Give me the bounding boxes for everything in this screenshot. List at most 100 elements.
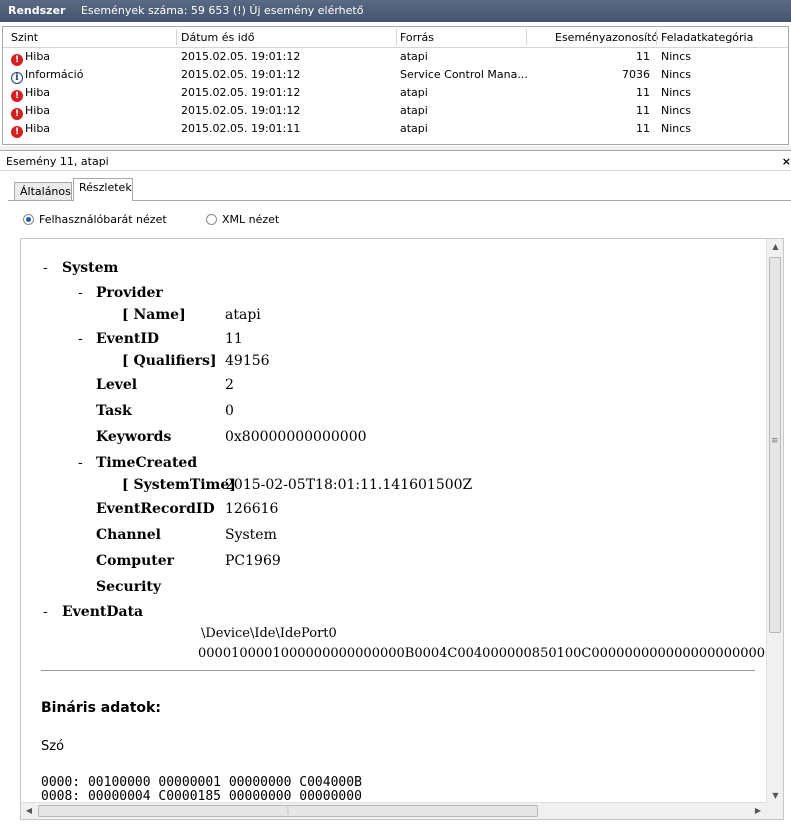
event-level: i Információ bbox=[11, 66, 83, 84]
error-icon: ! bbox=[11, 54, 23, 66]
key-eventid: EventID bbox=[96, 331, 160, 347]
key-name: [ Name] bbox=[122, 307, 186, 323]
event-id: 11 bbox=[636, 104, 650, 117]
event-category: Nincs bbox=[661, 68, 692, 81]
scroll-corner bbox=[766, 802, 783, 819]
event-category: Nincs bbox=[661, 104, 692, 117]
collapse-toggle[interactable]: - bbox=[78, 284, 83, 302]
key-security: Security bbox=[96, 579, 162, 595]
column-header-level[interactable]: Szint bbox=[11, 27, 38, 49]
value-keywords: 0x80000000000000 bbox=[225, 429, 367, 445]
key-eventrecordid: EventRecordID bbox=[96, 501, 215, 517]
column-header-source[interactable]: Forrás bbox=[400, 27, 434, 49]
column-divider[interactable] bbox=[526, 29, 527, 45]
radio-unselected-icon[interactable] bbox=[206, 214, 217, 225]
event-list-header: Szint Dátum és idő Forrás Eseményazonosí… bbox=[3, 27, 788, 48]
eventdata-value-1: \Device\Ide\IdePort0 bbox=[201, 626, 337, 641]
event-datetime: 2015.02.05. 19:01:12 bbox=[181, 68, 301, 81]
collapse-toggle[interactable]: - bbox=[43, 259, 48, 277]
node-timecreated: TimeCreated bbox=[96, 455, 198, 471]
log-name: Rendszer bbox=[8, 4, 66, 17]
event-row[interactable]: i Információ 2015.02.05. 19:01:12 Service C… bbox=[3, 66, 788, 84]
event-row[interactable]: ! Hiba 2015.02.05. 19:01:12 atapi Nincs 11 bbox=[3, 102, 788, 120]
event-level-label: Hiba bbox=[25, 122, 51, 135]
value-systemtime: 2015-02-05T18:01:11.141601500Z bbox=[225, 477, 473, 493]
event-source: atapi bbox=[400, 104, 428, 117]
event-datetime: 2015.02.05. 19:01:12 bbox=[181, 50, 301, 63]
event-category: Nincs bbox=[661, 50, 692, 63]
horizontal-scroll-thumb[interactable]: ⋮ bbox=[38, 805, 538, 817]
column-header-datetime[interactable]: Dátum és idő bbox=[181, 27, 254, 49]
value-task: 0 bbox=[225, 403, 234, 419]
event-id: 7036 bbox=[622, 68, 650, 81]
key-keywords: Keywords bbox=[96, 429, 172, 445]
event-level-label: Hiba bbox=[25, 50, 51, 63]
event-details-content: - System - Provider [ Name] atapi - Even… bbox=[21, 239, 766, 804]
hex-line: 0000: 00100000 00000001 00000000 C004000… bbox=[41, 775, 362, 790]
tab-general[interactable]: Általános bbox=[14, 182, 72, 200]
error-icon: ! bbox=[11, 108, 23, 120]
value-eventid: 11 bbox=[225, 331, 243, 347]
friendly-view-radio[interactable]: Felhasználóbarát nézet bbox=[23, 213, 167, 227]
column-header-category[interactable]: Feladatkategória bbox=[661, 27, 753, 49]
event-source: atapi bbox=[400, 122, 428, 135]
close-icon[interactable]: × bbox=[782, 151, 791, 172]
event-row[interactable]: ! Hiba 2015.02.05. 19:01:11 atapi Nincs 11 bbox=[3, 120, 788, 138]
key-systemtime: [ SystemTime] bbox=[122, 477, 236, 493]
xml-view-radio[interactable]: XML nézet bbox=[206, 213, 279, 227]
grip-icon: ≡ bbox=[771, 436, 779, 446]
horizontal-scrollbar[interactable]: ◀ ⋮ ▶ bbox=[21, 802, 766, 819]
event-row[interactable]: ! Hiba 2015.02.05. 19:01:12 atapi Nincs 11 bbox=[3, 48, 788, 66]
event-source: atapi bbox=[400, 50, 428, 63]
event-detail-title: Esemény 11, atapi bbox=[6, 155, 109, 168]
key-computer: Computer bbox=[96, 553, 175, 569]
event-datetime: 2015.02.05. 19:01:12 bbox=[181, 86, 301, 99]
title-bar: Rendszer Események száma: 59 653 (!) Új … bbox=[0, 0, 791, 22]
value-level: 2 bbox=[225, 377, 234, 393]
event-id: 11 bbox=[636, 86, 650, 99]
tab-details[interactable]: Részletek bbox=[73, 178, 133, 201]
event-list[interactable]: Szint Dátum és idő Forrás Eseményazonosí… bbox=[2, 26, 789, 145]
event-level-label: Hiba bbox=[25, 86, 51, 99]
event-level: ! Hiba bbox=[11, 102, 50, 120]
node-system: System bbox=[62, 260, 119, 276]
column-divider[interactable] bbox=[176, 29, 177, 45]
event-source: atapi bbox=[400, 86, 428, 99]
event-source: Service Control Mana... bbox=[400, 68, 528, 81]
column-divider[interactable] bbox=[396, 29, 397, 45]
radio-selected-icon[interactable] bbox=[23, 214, 34, 225]
collapse-toggle[interactable]: - bbox=[78, 330, 83, 348]
value-computer: PC1969 bbox=[225, 553, 281, 569]
scroll-up-icon[interactable]: ▲ bbox=[767, 239, 783, 255]
value-name: atapi bbox=[225, 307, 261, 323]
event-category: Nincs bbox=[661, 86, 692, 99]
event-level: ! Hiba bbox=[11, 120, 50, 138]
event-level-label: Információ bbox=[25, 68, 84, 81]
friendly-view-label: Felhasználóbarát nézet bbox=[39, 213, 167, 226]
divider bbox=[41, 670, 755, 671]
value-channel: System bbox=[225, 527, 277, 543]
column-divider[interactable] bbox=[656, 29, 657, 45]
event-detail-header: Esemény 11, atapi × bbox=[0, 150, 791, 171]
event-id: 11 bbox=[636, 122, 650, 135]
event-category: Nincs bbox=[661, 122, 692, 135]
scroll-left-icon[interactable]: ◀ bbox=[21, 803, 37, 819]
event-row[interactable]: ! Hiba 2015.02.05. 19:01:12 atapi Nincs 11 bbox=[3, 84, 788, 102]
key-qualifiers: [ Qualifiers] bbox=[122, 353, 217, 369]
scroll-right-icon[interactable]: ▶ bbox=[750, 803, 766, 819]
binary-mode-label: Szó bbox=[41, 739, 65, 754]
column-header-event-id[interactable]: Eseményazonosító bbox=[555, 27, 658, 49]
error-icon: ! bbox=[11, 90, 23, 102]
node-provider: Provider bbox=[96, 285, 163, 301]
event-level: ! Hiba bbox=[11, 84, 50, 102]
event-datetime: 2015.02.05. 19:01:12 bbox=[181, 104, 301, 117]
vertical-scrollbar[interactable]: ▲ ≡ ▼ bbox=[766, 239, 783, 804]
xml-view-label: XML nézet bbox=[222, 213, 280, 226]
collapse-toggle[interactable]: - bbox=[43, 603, 48, 621]
event-details-panel: - System - Provider [ Name] atapi - Even… bbox=[20, 238, 784, 820]
key-level: Level bbox=[96, 377, 138, 393]
eventdata-value-2: 0000100001000000000000000B0004C004000000… bbox=[198, 646, 766, 661]
event-level: ! Hiba bbox=[11, 48, 50, 66]
event-count-status: Események száma: 59 653 (!) Új esemény e… bbox=[80, 4, 364, 17]
collapse-toggle[interactable]: - bbox=[78, 454, 83, 472]
